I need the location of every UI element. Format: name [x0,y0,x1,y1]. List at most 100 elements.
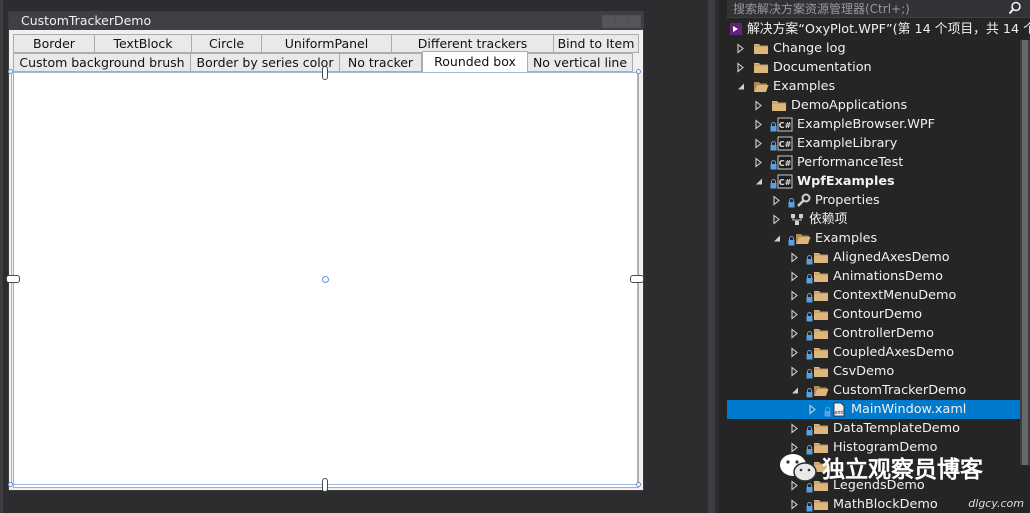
designer-left-edge [0,0,3,513]
expand-arrow-icon[interactable] [753,134,765,153]
tab-custom-background-brush[interactable]: Custom background brush [13,53,191,72]
xaml-designer-surface[interactable]: CustomTrackerDemo Border TextBlock Circle U… [0,0,705,513]
collapse-arrow-icon[interactable] [753,172,765,191]
tree-item[interactable]: CustomTrackerDemo [727,381,1030,400]
folder-icon [753,41,769,56]
tree-item[interactable]: C# PerformanceTest [727,153,1030,172]
tab-circle[interactable]: Circle [192,34,262,53]
solution-search-input[interactable]: 搜索解决方案资源管理器(Ctrl+;) [727,0,1030,18]
splitter-bar[interactable] [708,0,715,513]
tree-item-label: Properties [815,193,880,208]
svg-text:C#: C# [779,178,792,187]
maximize-button[interactable] [615,15,628,28]
tree-item[interactable]: ContourDemo [727,305,1030,324]
lock-icon [788,233,795,246]
tree-item[interactable]: Examples [727,229,1030,248]
dependencies-icon [789,212,805,227]
tree-item[interactable]: Documentation [727,58,1030,77]
expand-arrow-icon[interactable] [753,115,765,134]
minimize-button[interactable] [602,15,615,28]
lock-icon [770,138,777,151]
expand-arrow-icon[interactable] [789,419,801,438]
tree-item-label: CoupledAxesDemo [833,345,955,360]
tab-textblock[interactable]: TextBlock [95,34,192,53]
tree-item-label: Change log [773,41,846,56]
tab-border[interactable]: Border [13,34,95,53]
collapse-arrow-icon[interactable] [735,77,747,96]
tree-item-label: CustomTrackerDemo [833,383,967,398]
expand-arrow-icon[interactable] [789,362,801,381]
expand-arrow-icon[interactable] [789,343,801,362]
tree-item[interactable]: ControllerDemo [727,324,1030,343]
tree-item[interactable]: AnimationsDemo [727,267,1030,286]
expand-arrow-icon[interactable] [771,210,783,229]
search-placeholder: 搜索解决方案资源管理器(Ctrl+;) [733,2,910,16]
left-resize-handle[interactable] [6,275,20,283]
expand-arrow-icon[interactable] [735,39,747,58]
tree-item[interactable]: AlignedAxesDemo [727,248,1030,267]
csharp-project-icon: C# [777,117,793,132]
folder-icon [813,269,829,284]
tree-item[interactable]: CsvDemo [727,362,1030,381]
bottom-resize-handle[interactable] [322,478,328,492]
expand-arrow-icon[interactable] [789,267,801,286]
expand-arrow-icon[interactable] [789,248,801,267]
folder-icon [813,345,829,360]
corner-adorner-dot [8,69,13,74]
watermark-url: dlgcy.com [968,497,1024,510]
tab-uniformpanel[interactable]: UniformPanel [262,34,392,53]
csharp-project-icon: C# [777,155,793,170]
tree-item[interactable]: xml MainWindow.xaml [727,400,1030,419]
tree-item[interactable]: Change log [727,39,1030,58]
tree-item[interactable]: Properties [727,191,1030,210]
tab-no-tracker[interactable]: No tracker [340,53,422,72]
tree-item[interactable]: ContextMenuDemo [727,286,1030,305]
tree-item[interactable]: C# ExampleLibrary [727,134,1030,153]
top-resize-handle[interactable] [322,66,328,80]
tree-item-label: AlignedAxesDemo [833,250,950,265]
folder-icon [813,288,829,303]
vertical-scrollbar[interactable] [1020,40,1030,465]
tree-item[interactable]: Examples [727,77,1030,96]
tree-item[interactable]: DataTemplateDemo [727,419,1030,438]
tree-item[interactable]: DemoApplications [727,96,1030,115]
tree-item-label: DemoApplications [791,98,908,113]
svg-text:xml: xml [834,410,843,416]
expand-arrow-icon[interactable] [789,324,801,343]
expand-arrow-icon[interactable] [735,58,747,77]
tree-item[interactable]: C# WpfExamples [727,172,1030,191]
tab-border-by-series-color[interactable]: Border by series color [191,53,340,72]
search-icon[interactable] [1008,1,1022,15]
tree-item-label: ContourDemo [833,307,923,322]
lock-icon [806,328,813,341]
scrollbar-thumb[interactable] [1022,40,1028,465]
expand-arrow-icon[interactable] [789,305,801,324]
svg-text:C#: C# [779,121,792,130]
tree-item-label: WpfExamples [797,174,895,189]
tree-item[interactable]: 依赖项 [727,210,1030,229]
watermark: 独立观察员博客 dlgcy.com [770,452,1030,512]
tree-item-label: ContextMenuDemo [833,288,957,303]
wechat-icon [780,454,817,482]
right-resize-handle[interactable] [630,275,644,283]
close-button[interactable] [628,15,641,28]
lock-icon [806,366,813,379]
tree-item-label: DataTemplateDemo [833,421,960,436]
collapse-arrow-icon[interactable] [771,229,783,248]
solution-node[interactable]: 解决方案“OxyPlot.WPF”(第 14 个项目，共 14 个) [727,20,1030,39]
expand-arrow-icon[interactable] [771,191,783,210]
collapse-arrow-icon[interactable] [789,381,801,400]
expand-arrow-icon[interactable] [789,286,801,305]
tree-item[interactable]: CoupledAxesDemo [727,343,1030,362]
tree-item-label: Examples [815,231,878,246]
expand-arrow-icon[interactable] [753,153,765,172]
tab-rounded-box[interactable]: Rounded box [422,51,528,72]
panel-splitter[interactable] [705,0,719,513]
tree-item[interactable]: C# ExampleBrowser.WPF [727,115,1030,134]
tab-bind-to-item[interactable]: Bind to Item [554,34,639,53]
expand-arrow-icon[interactable] [807,400,819,419]
expand-arrow-icon[interactable] [753,96,765,115]
tab-no-vertical-line[interactable]: No vertical line [528,53,633,72]
tree-item-label: ExampleBrowser.WPF [797,117,935,132]
tree-item-label: Examples [773,79,836,94]
